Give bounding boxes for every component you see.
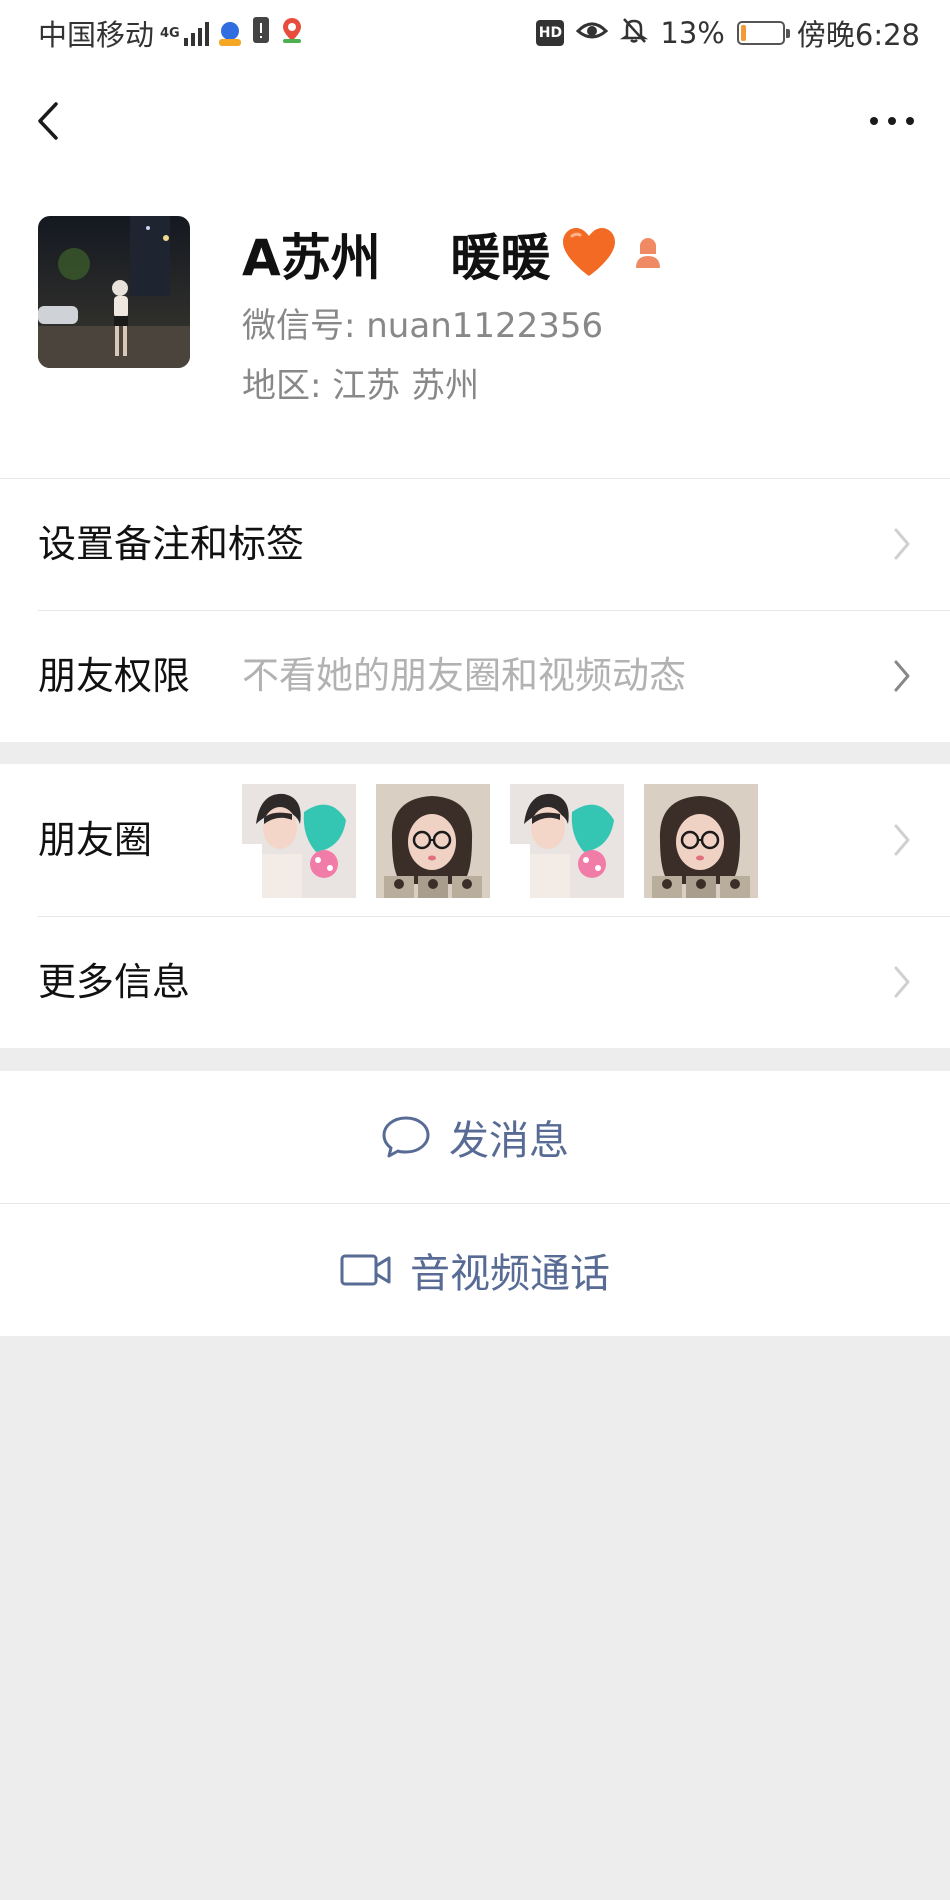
back-button[interactable] <box>28 96 78 146</box>
info-group: 朋友圈 更多信息 <box>0 764 950 1048</box>
video-call-button[interactable]: 音视频通话 <box>0 1204 950 1336</box>
battery-fill <box>740 25 746 41</box>
more-dots-icon <box>870 117 914 125</box>
moments-thumbnail <box>376 784 490 898</box>
battery-percent: 13% <box>660 16 725 50</box>
signal-icon <box>184 20 210 46</box>
baidu-app-icon <box>215 18 246 48</box>
carrier-name: 中国移动 <box>38 18 155 52</box>
orange-heart-icon <box>560 226 618 282</box>
network-type: 4G <box>160 25 180 41</box>
chevron-right-icon <box>894 966 910 998</box>
chevron-right-icon <box>894 824 910 856</box>
friend-permission-label: 朋友权限 <box>38 654 191 698</box>
mute-bell-icon <box>620 16 649 51</box>
hd-icon: HD <box>536 20 565 46</box>
settings-group: 设置备注和标签 朋友权限 不看她的朋友圈和视频动态 <box>0 478 950 742</box>
moments-thumbnails <box>242 784 758 898</box>
moments-thumbnail <box>242 784 356 898</box>
chevron-right-icon <box>894 660 910 692</box>
more-button[interactable] <box>864 96 920 146</box>
sim-alert-icon <box>251 15 271 52</box>
moments-thumbnail <box>644 784 758 898</box>
name-row: A苏州 暖暖 <box>242 218 668 290</box>
video-camera-icon <box>340 1254 391 1286</box>
video-call-label: 音视频通话 <box>410 1251 610 1297</box>
send-message-button[interactable]: 发消息 <box>0 1071 950 1203</box>
chevron-left-icon <box>38 102 58 140</box>
region: 地区: 江苏 苏州 <box>242 366 480 406</box>
moments-row[interactable]: 朋友圈 <box>0 764 950 916</box>
profile-name: A苏州 暖暖 <box>242 229 551 287</box>
chat-bubble-icon <box>382 1116 430 1158</box>
status-right: HD 13% 傍晚6:28 <box>536 12 920 54</box>
avatar[interactable] <box>38 216 190 368</box>
more-info-label: 更多信息 <box>38 960 191 1004</box>
friend-permission-row[interactable]: 朋友权限 不看她的朋友圈和视频动态 <box>0 610 950 742</box>
clock: 傍晚6:28 <box>796 18 920 52</box>
female-icon <box>628 232 668 276</box>
status-bar: 中国移动 4G HD 13% 傍晚6:28 <box>0 0 950 66</box>
moments-label: 朋友圈 <box>38 818 153 862</box>
moments-thumbnail <box>510 784 624 898</box>
remark-tags-label: 设置备注和标签 <box>38 522 305 566</box>
wechat-id: 微信号: nuan1122356 <box>242 306 604 346</box>
friend-permission-value: 不看她的朋友圈和视频动态 <box>242 654 686 697</box>
battery-icon <box>736 21 790 45</box>
profile-card: A苏州 暖暖 微信号: nuan1122356 地区: 江苏 苏州 <box>0 176 950 478</box>
nav-bar <box>0 66 950 176</box>
eye-comfort-icon <box>576 16 609 50</box>
status-left: 中国移动 4G <box>38 12 307 54</box>
remark-tags-row[interactable]: 设置备注和标签 <box>0 478 950 610</box>
send-message-label: 发消息 <box>449 1118 569 1164</box>
more-info-row[interactable]: 更多信息 <box>0 916 950 1048</box>
map-app-icon <box>277 15 307 52</box>
chevron-right-icon <box>894 528 910 560</box>
